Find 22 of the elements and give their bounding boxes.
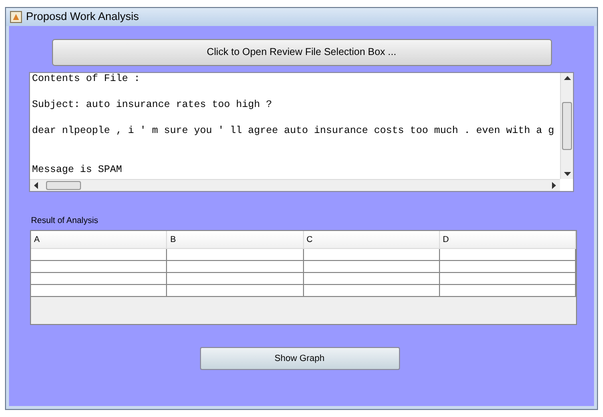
text-line: Contents of File : [32, 73, 140, 86]
window-title: Proposd Work Analysis [26, 10, 139, 25]
column-header[interactable]: A [31, 230, 168, 248]
open-file-button[interactable]: Click to Open Review File Selection Box ... [52, 39, 552, 66]
left-arrow-icon[interactable] [34, 182, 38, 189]
text-area[interactable]: Contents of File : Subject: auto insurance rates too high ? dear nlpeople , i ' m sure you ' ll agree auto insurance costs too much . even with a g Message is SPAM [29, 72, 574, 192]
text-line: Subject: auto insurance rates too high ? [32, 99, 272, 112]
column-header[interactable]: B [167, 230, 304, 248]
up-arrow-icon[interactable] [564, 76, 570, 80]
app-icon [10, 11, 22, 23]
down-arrow-icon[interactable] [564, 172, 570, 176]
right-arrow-icon[interactable] [552, 182, 556, 189]
column-header[interactable]: C [304, 230, 440, 248]
scrollbar-thumb[interactable] [562, 102, 572, 150]
section-title: Result of Analysis [30, 214, 98, 227]
scrollbar-thumb[interactable] [46, 181, 81, 190]
text-line: dear nlpeople , i ' m sure you ' ll agree auto insurance costs too much . even with a g [32, 125, 554, 138]
vertical-scrollbar[interactable] [560, 73, 573, 179]
horizontal-scrollbar[interactable] [30, 179, 560, 191]
text-line: Message is SPAM [32, 164, 122, 177]
column-header[interactable]: D [440, 230, 576, 248]
show-graph-button[interactable]: Show Graph [200, 346, 400, 370]
